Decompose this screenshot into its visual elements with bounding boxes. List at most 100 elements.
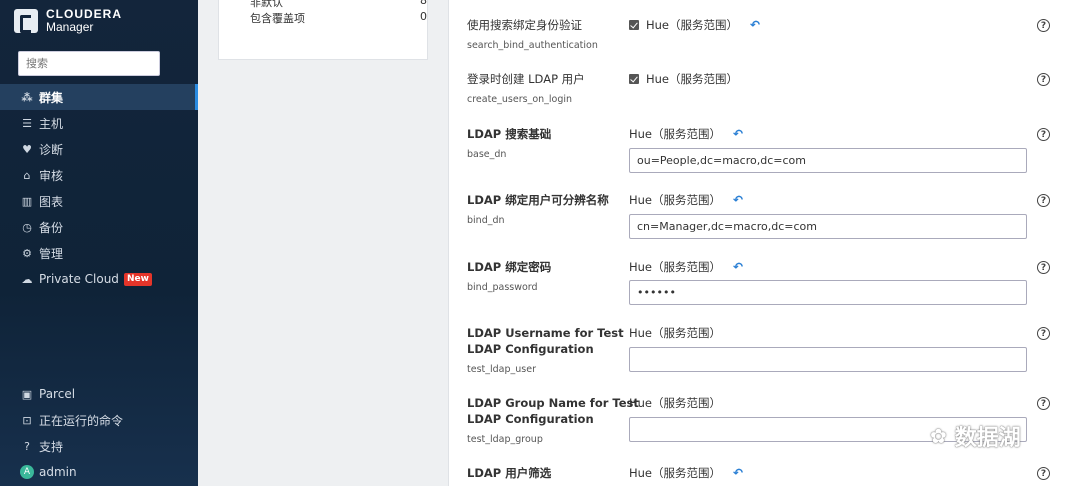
undo-icon[interactable]: ↶	[733, 260, 743, 274]
create-users-checkbox[interactable]	[629, 74, 639, 84]
sidebar-item-audit[interactable]: ⌂ 审核	[0, 162, 198, 188]
help-icon[interactable]: ?	[1037, 128, 1050, 141]
config-label: 使用搜索绑定身份验证	[467, 18, 582, 32]
config-key: bind_password	[467, 282, 538, 293]
test-ldap-user-input[interactable]	[629, 347, 1027, 372]
config-panel: 使用搜索绑定身份验证 search_bind_authentication Hu…	[448, 0, 1080, 486]
sidebar-item-hosts[interactable]: ☰ 主机	[0, 110, 198, 136]
brand-line2: Manager	[46, 20, 94, 34]
config-label-line2: LDAP Configuration	[467, 412, 594, 426]
sidebar: CLOUDERA Manager ⁂ 群集 ☰ 主机 ♥ 诊断 ⌂ 审核 ▥ 图…	[0, 0, 198, 486]
sidebar-item-clusters[interactable]: ⁂ 群集	[0, 84, 198, 110]
cloudera-logo-icon	[14, 9, 38, 33]
config-key: create_users_on_login	[467, 94, 573, 105]
parcel-icon: ▣	[21, 387, 33, 401]
help-icon[interactable]: ?	[1037, 261, 1050, 274]
sidebar-item-running-commands[interactable]: ⊡ 正在运行的命令	[0, 407, 198, 433]
filter-non-default-count: 8	[420, 0, 427, 7]
config-label-line1: LDAP Username for Test	[467, 326, 624, 340]
bind-dn-input[interactable]: cn=Manager,dc=macro,dc=com	[629, 214, 1027, 239]
config-scope: Hue（服务范围） ↶	[629, 126, 743, 142]
scope-label: Hue（服务范围）	[629, 260, 722, 274]
undo-icon[interactable]: ↶	[733, 127, 743, 141]
undo-icon[interactable]: ↶	[733, 193, 743, 207]
help-icon[interactable]: ?	[1037, 397, 1050, 410]
sidebar-item-backup[interactable]: ◷ 备份	[0, 214, 198, 240]
filter-has-overrides[interactable]: 包含覆盖项	[250, 10, 305, 26]
config-label-line1: LDAP Group Name for Test	[467, 396, 639, 410]
sidebar-item-diagnostics[interactable]: ♥ 诊断	[0, 136, 198, 162]
sidebar-item-label: 审核	[39, 168, 64, 183]
sidebar-item-label: 图表	[39, 194, 64, 209]
config-label: LDAP 用户筛选	[467, 466, 552, 480]
support-icon: ?	[24, 439, 30, 453]
bind-password-input[interactable]: ••••••	[629, 280, 1027, 305]
scope-label: Hue（服务范围）	[629, 127, 722, 141]
help-icon[interactable]: ?	[1037, 327, 1050, 340]
sidebar-item-label: 诊断	[39, 142, 64, 157]
sidebar-item-private-cloud[interactable]: ☁ Private Cloud New	[0, 266, 198, 292]
running-commands-icon: ⊡	[22, 413, 32, 427]
sidebar-item-parcel[interactable]: ▣ Parcel	[0, 381, 198, 407]
cluster-icon: ⁂	[21, 90, 33, 104]
watermark-text: 数据湖	[954, 426, 1021, 451]
help-icon[interactable]: ?	[1037, 73, 1050, 86]
sidebar-item-label: 管理	[39, 246, 64, 261]
config-key: bind_dn	[467, 215, 505, 226]
filter-panel: 非默认 8 包含覆盖项 0	[218, 0, 428, 60]
audit-icon: ⌂	[23, 168, 31, 182]
filter-non-default[interactable]: 非默认	[250, 0, 283, 10]
config-scope: Hue（服务范围） ↶	[629, 465, 743, 481]
backup-icon: ◷	[22, 220, 32, 234]
sidebar-nav: ⁂ 群集 ☰ 主机 ♥ 诊断 ⌂ 审核 ▥ 图表 ◷ 备份 ⚙ 管理 ☁ Pri	[0, 84, 198, 292]
undo-icon[interactable]: ↶	[733, 466, 743, 480]
sidebar-item-label: 支持	[39, 439, 64, 454]
search-bind-checkbox[interactable]	[629, 20, 639, 30]
help-icon[interactable]: ?	[1037, 194, 1050, 207]
sidebar-item-label: 主机	[39, 116, 64, 131]
help-icon[interactable]: ?	[1037, 19, 1050, 32]
watermark: ✿ 数据湖	[930, 420, 1021, 452]
sidebar-search-input[interactable]	[18, 51, 160, 76]
cloudera-logo[interactable]: CLOUDERA Manager	[14, 8, 122, 34]
sidebar-bottom-nav: ▣ Parcel ⊡ 正在运行的命令 ? 支持 A admin	[0, 381, 198, 485]
config-label-line2: LDAP Configuration	[467, 342, 594, 356]
config-scope: Hue（服务范围）	[629, 71, 738, 87]
diagnostics-icon: ♥	[22, 142, 32, 156]
sidebar-item-support[interactable]: ? 支持	[0, 433, 198, 459]
scope-label: Hue（服务范围）	[646, 72, 739, 86]
hosts-icon: ☰	[22, 116, 32, 130]
sidebar-item-label: 群集	[39, 90, 64, 105]
sidebar-item-label: Private Cloud	[39, 272, 119, 286]
sidebar-item-label: admin	[39, 465, 77, 479]
filter-has-overrides-count: 0	[420, 10, 427, 23]
help-icon[interactable]: ?	[1037, 467, 1050, 480]
config-key: test_ldap_group	[467, 434, 543, 445]
config-label: LDAP 绑定密码	[467, 260, 552, 274]
base-dn-input[interactable]: ou=People,dc=macro,dc=com	[629, 148, 1027, 173]
scope-label: Hue（服务范围）	[629, 193, 722, 207]
sidebar-item-charts[interactable]: ▥ 图表	[0, 188, 198, 214]
avatar: A	[20, 465, 34, 479]
scope-label: Hue（服务范围）	[629, 326, 722, 340]
config-scope: Hue（服务范围）	[629, 395, 721, 411]
cloud-icon: ☁	[21, 272, 33, 286]
config-scope: Hue（服务范围） ↶	[629, 259, 743, 275]
scope-label: Hue（服务范围）	[629, 466, 722, 480]
sidebar-item-admin[interactable]: ⚙ 管理	[0, 240, 198, 266]
sidebar-item-user[interactable]: A admin	[0, 459, 198, 485]
config-key: base_dn	[467, 149, 507, 160]
charts-icon: ▥	[21, 194, 33, 208]
sidebar-item-label: Parcel	[39, 387, 76, 401]
config-label: LDAP 搜索基础	[467, 127, 552, 141]
config-scope: Hue（服务范围） ↶	[629, 192, 743, 208]
new-badge: New	[123, 272, 152, 286]
wechat-icon: ✿	[930, 424, 947, 448]
undo-icon[interactable]: ↶	[750, 18, 760, 32]
sidebar-item-label: 正在运行的命令	[39, 413, 124, 428]
sidebar-item-label: 备份	[39, 220, 64, 235]
config-label: 登录时创建 LDAP 用户	[467, 72, 585, 86]
config-label: LDAP 绑定用户可分辨名称	[467, 193, 609, 207]
admin-gear-icon: ⚙	[22, 246, 32, 260]
config-scope: Hue（服务范围） ↶	[629, 17, 760, 33]
